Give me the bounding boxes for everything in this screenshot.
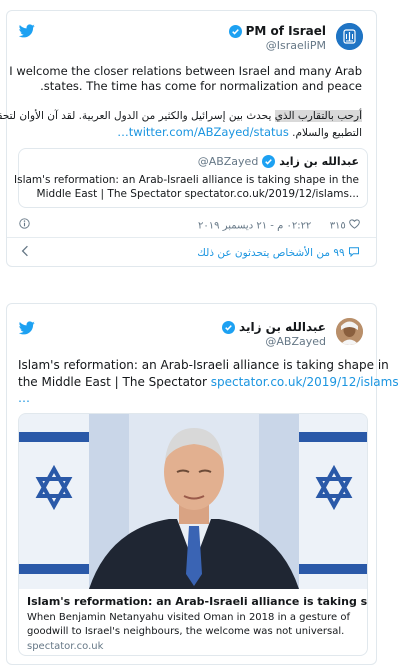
tweet-card-israelipm[interactable]: PM of Israel @IsraeliPM I welcome the cl…: [0, 10, 377, 267]
likes-count[interactable]: ٣١٥: [330, 221, 346, 232]
verified-badge-icon: [222, 320, 236, 334]
twitter-bird-icon[interactable]: [19, 24, 35, 38]
tweet-text-line1: Islam's reformation: an Arab-Israeli all…: [18, 358, 389, 372]
profile-photo-avatar[interactable]: [336, 318, 363, 345]
card-description-line2: goodwill to Israel's neighbours, the wel…: [27, 626, 345, 637]
author-name-row[interactable]: عبدالله بن زايد: [222, 320, 326, 334]
article-photo[interactable]: [19, 414, 367, 589]
heart-icon[interactable]: [349, 219, 360, 232]
card-domain: spectator.co.uk: [27, 641, 104, 652]
author-name: PM of Israel: [245, 24, 326, 38]
tweet-text-en-line2: .states. The time has come for normaliza…: [40, 79, 362, 93]
quoted-text-line2: Middle East | The Spectator spectator.co…: [36, 188, 359, 200]
speech-bubble-icon: [348, 246, 360, 260]
chevron-left-icon[interactable]: [21, 245, 29, 261]
tweet-text-ar-line1: أرحب بالتقارب الذي يحدث بين إسرائيل والك…: [0, 109, 362, 124]
verified-badge-icon: [228, 24, 242, 38]
tweet-text-ar-line1-rest: يحدث بين إسرائيل والكثير من الدول العربي…: [0, 110, 275, 122]
info-icon[interactable]: [19, 218, 30, 232]
tweet-timestamp[interactable]: ٠٢:٢٢ م - ٢١ ديسمبر ٢٠١٩: [198, 221, 311, 232]
status-link[interactable]: twitter.com/ABZayed/status…: [117, 125, 289, 139]
author-handle[interactable]: @IsraeliPM: [266, 39, 326, 52]
divider: [7, 237, 376, 238]
people-talking-link[interactable]: ٩٩ من الأشخاص يتحدثون عن ذلك: [197, 246, 360, 260]
link-preview-card[interactable]: Islam's reformation: an Arab-Israeli all…: [18, 413, 368, 656]
twitter-bird-icon[interactable]: [19, 321, 35, 335]
verified-badge-icon: [262, 155, 276, 168]
tweet-text-en-line1: I welcome the closer relations between I…: [9, 64, 362, 78]
quoted-tweet[interactable]: @ABZayed عبدالله بن زايد Islam's reforma…: [14, 148, 368, 208]
quoted-author-row[interactable]: @ABZayed عبدالله بن زايد: [198, 155, 359, 168]
quoted-author-handle: @ABZayed: [197, 155, 259, 168]
author-handle[interactable]: @ABZayed: [265, 335, 326, 348]
israel-emblem-avatar[interactable]: [336, 23, 363, 50]
author-name-row[interactable]: PM of Israel: [228, 24, 326, 38]
card-description-line1: When Benjamin Netanyahu visited Oman in …: [27, 612, 351, 623]
tweet-text-line2: the Middle East | The Spectator spectato…: [18, 374, 399, 391]
highlighted-text: أرحب بالتقارب الذي: [274, 110, 362, 122]
tweet-text-line2-plain: the Middle East | The Spectator: [18, 375, 211, 389]
author-name: عبدالله بن زايد: [239, 320, 326, 334]
quoted-text-line1: Islam's reformation: an Arab-Israeli all…: [14, 174, 359, 186]
article-link-ellipsis[interactable]: …: [18, 390, 30, 407]
article-link[interactable]: spectator.co.uk/2019/12/islams: [211, 375, 399, 389]
quoted-author-name: عبدالله بن زايد: [279, 155, 359, 168]
tweet-text-ar-line2-rest: التطبيع والسلام.: [292, 127, 362, 139]
tweet-text-ar-line2: التطبيع والسلام. twitter.com/ABZayed/sta…: [117, 125, 362, 141]
people-talking-text: ٩٩ من الأشخاص يتحدثون عن ذلك: [197, 247, 345, 259]
likes-and-timestamp: ٣١٥ ٠٢:٢٢ م - ٢١ ديسمبر ٢٠١٩: [198, 219, 360, 232]
tweet-card-abzayed[interactable]: عبدالله بن زايد @ABZayed Islam's reforma…: [6, 303, 399, 665]
card-title[interactable]: Islam's reformation: an Arab-Israeli all…: [27, 595, 367, 608]
